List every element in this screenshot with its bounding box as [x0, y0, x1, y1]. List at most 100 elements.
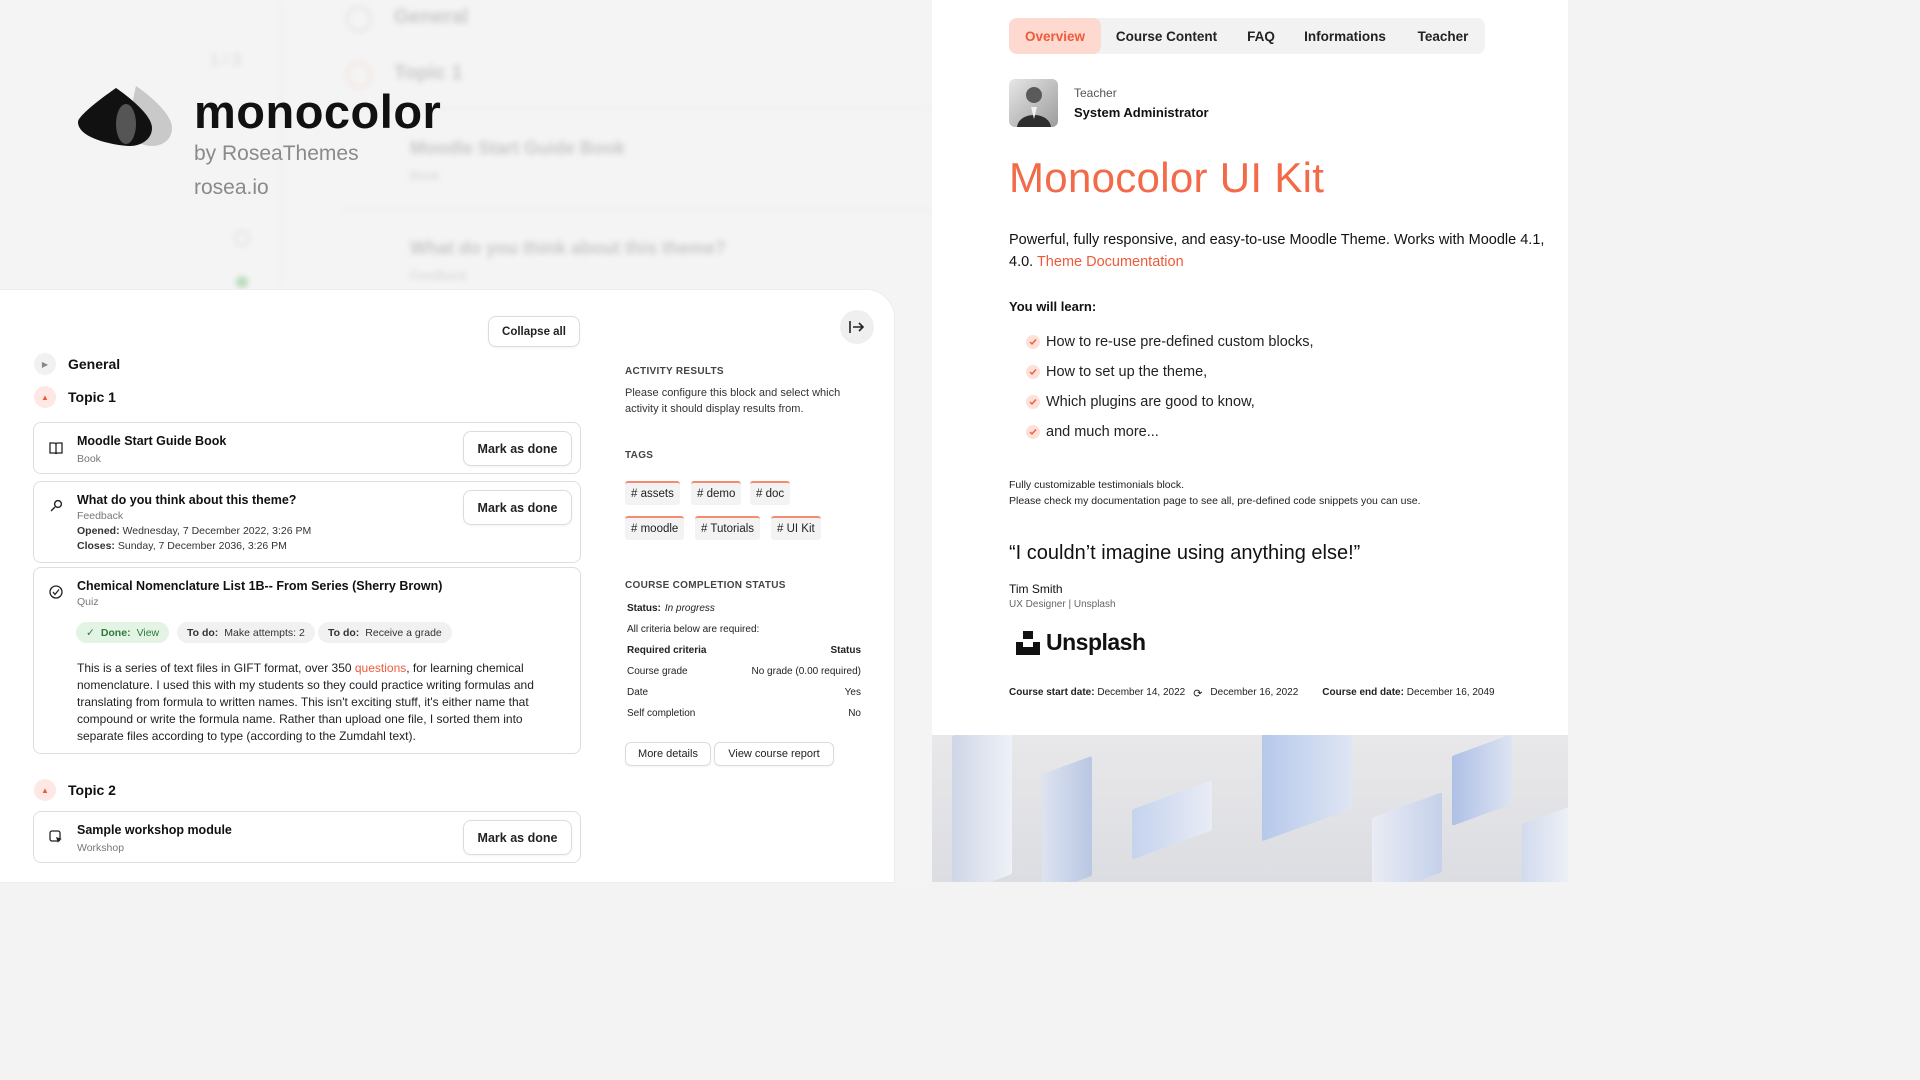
required-text: All criteria below are required:: [627, 624, 760, 635]
description-text: This is a series of text files in GIFT f…: [77, 661, 355, 675]
section-title: Topic 1: [68, 389, 116, 405]
badge-label: To do:: [328, 626, 360, 639]
end-date-value: December 16, 2049: [1406, 687, 1495, 698]
course-content-panel: Collapse all ▶ General ▲ Topic 1 Moodle …: [0, 290, 894, 882]
feedback-icon: [46, 496, 66, 516]
activity-type: Workshop: [77, 842, 125, 854]
chevron-right-icon[interactable]: ▶: [34, 353, 56, 375]
activity-description: This is a series of text files in GIFT f…: [77, 660, 543, 745]
activity-workshop: Sample workshop module Workshop Mark as …: [33, 811, 581, 863]
teacher-role: Teacher: [1074, 86, 1117, 100]
drawer-toggle-button[interactable]: [840, 310, 874, 344]
mark-as-done-button[interactable]: Mark as done: [463, 820, 572, 855]
section-title: Topic 2: [68, 782, 116, 798]
avatar[interactable]: [1009, 79, 1058, 127]
course-overview: Overview Course Content FAQ Informations…: [932, 0, 1568, 735]
tags-heading: TAGS: [625, 450, 654, 461]
start-date-value: December 14, 2022: [1097, 687, 1186, 698]
close-drawer-icon: [849, 321, 865, 333]
ghost-feedback-type: Feedback: [410, 268, 468, 283]
questions-link[interactable]: questions: [355, 661, 406, 675]
testimonials-note: Fully customizable testimonials block.: [1009, 479, 1185, 491]
decorative-artwork: [932, 735, 1568, 882]
section-title: General: [68, 356, 121, 372]
company-logo: Unsplash: [1016, 629, 1146, 656]
refresh-icon: ⟳: [1193, 688, 1203, 700]
learn-item-text: How to re-use pre-defined custom blocks,: [1046, 334, 1314, 350]
tab-faq[interactable]: FAQ: [1233, 18, 1289, 54]
tab-informations[interactable]: Informations: [1297, 18, 1393, 54]
updated-date: December 16, 2022: [1210, 687, 1299, 698]
tag[interactable]: # moodle: [625, 516, 685, 540]
learn-item: and much more...: [1026, 424, 1159, 440]
section-general[interactable]: ▶ General: [34, 353, 120, 375]
tab-bar: Overview Course Content FAQ Informations…: [1009, 18, 1485, 54]
learn-heading: You will learn:: [1009, 299, 1097, 314]
ghost-topic1: Topic 1: [394, 62, 463, 84]
closes-label: Closes:: [77, 540, 115, 552]
col-criteria: Required criteria: [627, 645, 707, 656]
table-row: Course grade No grade (0.00 required): [627, 666, 861, 677]
tab-overview[interactable]: Overview: [1009, 18, 1101, 54]
criteria-cell: Course grade: [627, 666, 688, 677]
activity-results-heading: ACTIVITY RESULTS: [625, 366, 724, 377]
ghost-chevron: [346, 6, 372, 32]
tag[interactable]: # Tutorials: [695, 516, 761, 540]
ghost-feedback-title: What do you think about this theme?: [410, 238, 726, 258]
mark-as-done-button[interactable]: Mark as done: [463, 490, 572, 525]
course-description: Powerful, fully responsive, and easy-to-…: [1009, 229, 1565, 273]
start-date-label: Course start date:: [1009, 687, 1095, 698]
activity-title[interactable]: Chemical Nomenclature List 1B-- From Ser…: [77, 579, 442, 593]
chevron-up-icon[interactable]: ▲: [34, 386, 56, 408]
criteria-cell: Date: [627, 687, 649, 698]
activity-title[interactable]: Moodle Start Guide Book: [77, 434, 226, 448]
check-icon: [1026, 395, 1040, 409]
activity-title[interactable]: Sample workshop module: [77, 823, 232, 837]
activity-title[interactable]: What do you think about this theme?: [77, 493, 296, 507]
end-date-label: Course end date:: [1322, 687, 1404, 698]
collapse-all-button[interactable]: Collapse all: [488, 316, 580, 347]
book-icon: [46, 438, 66, 458]
learn-item: How to re-use pre-defined custom blocks,: [1026, 334, 1314, 350]
badge-label: Done:: [100, 626, 131, 639]
view-course-report-button[interactable]: View course report: [714, 742, 834, 766]
closes-date: Sunday, 7 December 2036, 3:26 PM: [117, 540, 287, 552]
start-date: Course start date: December 14, 2022: [1009, 687, 1185, 700]
section-topic-2[interactable]: ▲ Topic 2: [34, 779, 116, 801]
learn-item-text: Which plugins are good to know,: [1046, 394, 1255, 410]
completion-badge-done: ✓ Done: View: [76, 622, 170, 643]
ghost-book-title: Moodle Start Guide Book: [410, 138, 626, 158]
ghost-general: General: [394, 6, 469, 28]
check-icon: [1026, 365, 1040, 379]
tag[interactable]: # demo: [691, 481, 742, 505]
status-label: Status:: [627, 603, 661, 614]
theme-documentation-link[interactable]: Theme Documentation: [1037, 254, 1184, 270]
completion-badge-todo: To do: Receive a grade: [318, 622, 452, 643]
badge-label: To do:: [187, 626, 219, 639]
art-block: [1372, 792, 1442, 882]
more-details-button[interactable]: More details: [625, 742, 711, 766]
tab-course-content[interactable]: Course Content: [1107, 18, 1226, 54]
tag[interactable]: # UI Kit: [771, 516, 821, 540]
ghost-check: [234, 230, 250, 246]
status-cell: No: [848, 708, 861, 719]
ghost-counter: 1 / 3: [210, 52, 242, 69]
tag[interactable]: # doc: [750, 481, 791, 505]
table-row: Date Yes: [627, 687, 861, 698]
art-block: [952, 735, 1012, 882]
quiz-icon: [46, 582, 66, 602]
teacher-name[interactable]: System Administrator: [1074, 105, 1209, 120]
badge-value: Make attempts: 2: [224, 626, 305, 639]
activity-feedback: What do you think about this theme? Feed…: [33, 481, 581, 563]
tag[interactable]: # assets: [625, 481, 680, 505]
section-topic-1[interactable]: ▲ Topic 1: [34, 386, 116, 408]
chevron-up-icon[interactable]: ▲: [34, 779, 56, 801]
activity-results-text: Please configure this block and select w…: [625, 387, 841, 415]
activity-book: Moodle Start Guide Book Book Mark as don…: [33, 422, 581, 474]
status-value: In progress: [664, 603, 715, 614]
learn-item-text: How to set up the theme,: [1046, 364, 1208, 380]
testimonials-note: Please check my documentation page to se…: [1009, 495, 1421, 507]
tab-teacher[interactable]: Teacher: [1405, 18, 1481, 54]
col-status: Status: [830, 645, 861, 656]
mark-as-done-button[interactable]: Mark as done: [463, 431, 572, 466]
